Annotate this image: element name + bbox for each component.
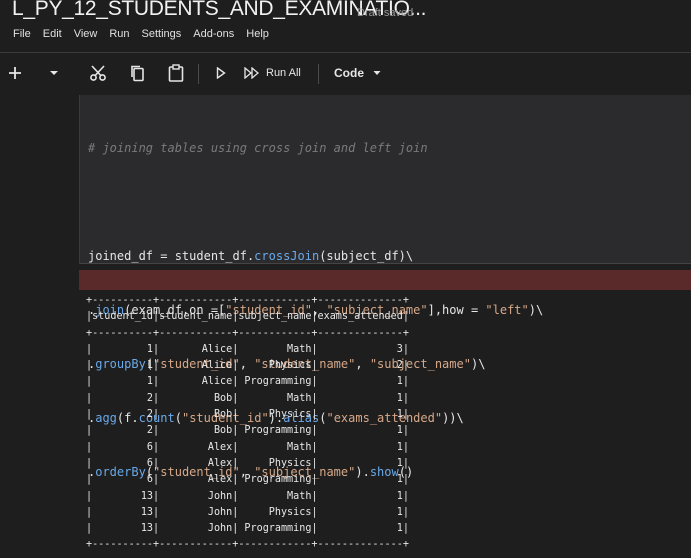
cut-button[interactable] (86, 56, 110, 90)
save-status: Draft saved (357, 7, 414, 19)
menu-help[interactable]: Help (246, 28, 269, 46)
table-row: | 13| John| Programming| 1| (86, 521, 409, 535)
table-header: |student_id|student_name|subject_name|ex… (86, 309, 409, 323)
copy-icon (131, 65, 144, 82)
table-row: | 1| Alice| Programming| 1| (86, 374, 409, 388)
table-row: | 2| Bob| Math| 1| (86, 390, 409, 404)
menu-add-ons[interactable]: Add-ons (193, 28, 234, 46)
table-row: | 6| Alex| Programming| 1| (86, 472, 409, 486)
chevron-down-icon (50, 71, 58, 75)
table-row: | 6| Alex| Math| 1| (86, 439, 409, 453)
cut-icon (90, 65, 106, 81)
table-border: +----------+------------+------------+--… (86, 293, 409, 306)
cell-type-label: Code (334, 66, 364, 80)
menu-bar: File Edit View Run Settings Add-ons Help (0, 28, 269, 46)
toolbar-separator (198, 64, 199, 84)
run-cell-button[interactable] (212, 56, 230, 90)
table-row: | 2| Bob| Physics| 1| (86, 407, 409, 421)
cell-type-select[interactable]: Code (334, 56, 386, 90)
menu-edit[interactable]: Edit (43, 28, 62, 46)
table-row: | 13| John| Physics| 1| (86, 504, 409, 518)
menu-settings[interactable]: Settings (142, 28, 182, 46)
table-border: +----------+------------+------------+--… (86, 537, 409, 551)
output-table: +----------+------------+------------+--… (86, 292, 409, 553)
table-border: +----------+------------+------------+--… (86, 325, 409, 339)
plus-icon (9, 67, 21, 79)
code-line: joined_df = student_df.crossJoin(subject… (88, 249, 414, 263)
menu-view[interactable]: View (74, 28, 98, 46)
chevron-down-icon (373, 71, 381, 75)
table-row: | 13| John| Math| 1| (86, 488, 409, 502)
notebook-app: L_PY_12_STUDENTS_AND_EXAMINATIO... Draft… (0, 0, 691, 558)
code-comment: # joining tables using cross join and le… (88, 141, 428, 155)
menu-run[interactable]: Run (109, 28, 129, 46)
table-row: | 1| Alice| Physics| 2| (86, 358, 409, 372)
table-row: | 1| Alice| Math| 3| (86, 341, 409, 355)
add-cell-button[interactable] (4, 56, 26, 90)
output-marker (79, 270, 691, 290)
paste-button[interactable] (165, 56, 187, 90)
toolbar-divider (0, 52, 691, 53)
copy-button[interactable] (126, 56, 148, 90)
paste-icon (168, 64, 184, 82)
table-row: | 2| Bob| Programming| 1| (86, 423, 409, 437)
fast-forward-icon (244, 67, 260, 79)
play-icon (216, 67, 226, 79)
toolbar-separator (318, 64, 319, 84)
run-all-label: Run All (266, 67, 301, 79)
toolbar: Run All Code (0, 56, 691, 90)
title-bar: L_PY_12_STUDENTS_AND_EXAMINATIO... Draft… (0, 0, 691, 26)
code-cell[interactable]: # joining tables using cross join and le… (79, 95, 691, 479)
menu-file[interactable]: File (13, 28, 31, 46)
run-all-button[interactable]: Run All (244, 56, 310, 90)
add-cell-menu-button[interactable] (44, 56, 64, 90)
table-row: | 6| Alex| Physics| 1| (86, 455, 409, 469)
